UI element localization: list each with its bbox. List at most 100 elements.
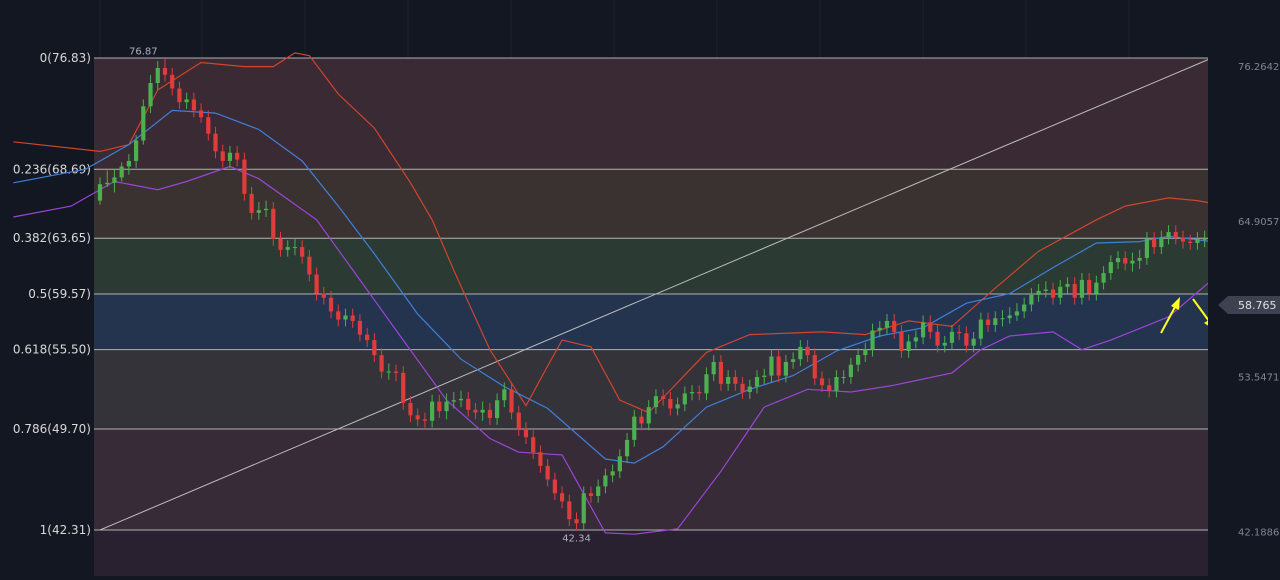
candle-body xyxy=(523,428,529,438)
candle-body xyxy=(170,74,175,89)
candle-body xyxy=(357,320,363,335)
candle-body xyxy=(1079,279,1085,298)
candle-body xyxy=(307,256,312,275)
chart-root: 0(76.83) 0.236(68.69) 0.382(63.65) 0.5(59.5… xyxy=(0,0,1280,576)
candle-body xyxy=(408,402,413,416)
fib-level-label: 0.786(49.70) xyxy=(13,422,91,436)
candle-body xyxy=(639,416,644,424)
candle-body xyxy=(437,401,442,412)
candle-body xyxy=(379,355,384,372)
fib-zone xyxy=(94,294,1208,350)
candle-body xyxy=(653,396,659,408)
candle-body xyxy=(552,479,557,494)
candle-body xyxy=(213,133,218,152)
fib-level-label: 0(76.83) xyxy=(40,51,91,65)
candle-body xyxy=(993,318,998,326)
candle-body xyxy=(184,99,189,103)
candle-body xyxy=(1007,315,1012,319)
candle-body xyxy=(321,293,326,298)
candle-body xyxy=(848,364,853,377)
candle-body xyxy=(227,152,233,161)
candle-body xyxy=(495,400,500,419)
candle-body xyxy=(328,297,334,312)
candle-body xyxy=(646,407,651,424)
candle-body xyxy=(1195,238,1200,243)
candle-body xyxy=(892,320,897,332)
candle-body xyxy=(141,106,146,141)
candle-body xyxy=(856,355,861,365)
candle-body xyxy=(292,247,298,249)
candle-body xyxy=(798,346,803,360)
candle-body xyxy=(155,67,160,84)
candle-body xyxy=(480,409,485,413)
candle-body xyxy=(697,392,702,394)
candle-body xyxy=(791,359,796,362)
fib-zone xyxy=(94,238,1208,294)
candle-body xyxy=(762,375,767,377)
candle-body xyxy=(458,398,464,401)
candle-body xyxy=(740,383,745,393)
candle-body xyxy=(733,376,738,384)
candle-body xyxy=(1000,318,1005,320)
price-axis-label: 64.9057 xyxy=(1238,217,1279,228)
candle-body xyxy=(314,274,319,294)
candle-body xyxy=(285,247,290,250)
candlestick-chart[interactable]: 0(76.83) 0.236(68.69) 0.382(63.65) 0.5(59.5… xyxy=(0,0,1280,576)
price-annotation: 42.34 xyxy=(562,534,591,545)
candle-body xyxy=(502,389,507,401)
candle-body xyxy=(776,356,781,376)
candle-body xyxy=(567,501,572,520)
candle-body xyxy=(754,376,760,387)
candle-body xyxy=(769,356,774,376)
candle-body xyxy=(365,334,370,341)
candle-body xyxy=(957,331,962,334)
candle-body xyxy=(682,393,687,405)
candle-body xyxy=(711,361,716,375)
fib-level-label: 1(42.31) xyxy=(40,523,91,537)
candle-body xyxy=(668,398,673,409)
candle-body xyxy=(1188,241,1193,243)
candle-body xyxy=(148,83,153,107)
candle-body xyxy=(343,315,348,320)
candle-body xyxy=(675,404,680,409)
candle-body xyxy=(538,452,543,466)
candle-body xyxy=(1058,286,1063,298)
fib-level-label: 0.382(63.65) xyxy=(13,231,91,245)
candle-body xyxy=(819,378,825,386)
candle-body xyxy=(1144,238,1149,259)
candle-body xyxy=(1166,232,1171,238)
candle-body xyxy=(877,327,882,331)
candle-body xyxy=(726,376,731,384)
candle-body xyxy=(1065,284,1070,287)
candle-body xyxy=(747,386,752,393)
candle-body xyxy=(1094,282,1099,294)
candle-body xyxy=(1043,289,1048,291)
fibonacci-zones xyxy=(94,58,1208,576)
candle-body xyxy=(596,486,601,496)
candle-body xyxy=(1159,237,1164,248)
candle-body xyxy=(220,151,225,161)
candle-body xyxy=(906,341,911,352)
price-axis-label: 53.5471 xyxy=(1238,372,1279,383)
candle-body xyxy=(300,247,305,257)
candle-body xyxy=(704,374,709,394)
candle-body xyxy=(1101,273,1106,283)
candle-body xyxy=(278,238,283,250)
candle-body xyxy=(899,331,904,352)
candle-body xyxy=(827,385,832,391)
current-price-label: 58.765 xyxy=(1238,299,1277,312)
candle-body xyxy=(689,392,695,394)
candle-body xyxy=(206,117,211,134)
candle-body xyxy=(624,439,630,457)
fib-zone xyxy=(94,530,1208,576)
candle-body xyxy=(588,493,594,496)
candle-body xyxy=(451,400,456,402)
candle-body xyxy=(177,88,182,103)
candle-body xyxy=(1108,262,1113,274)
fib-zone xyxy=(94,349,1208,429)
candle-body xyxy=(386,371,391,373)
candle-body xyxy=(1202,238,1207,240)
candle-body xyxy=(913,337,918,342)
candle-body xyxy=(1173,232,1178,238)
candle-body xyxy=(473,409,478,413)
